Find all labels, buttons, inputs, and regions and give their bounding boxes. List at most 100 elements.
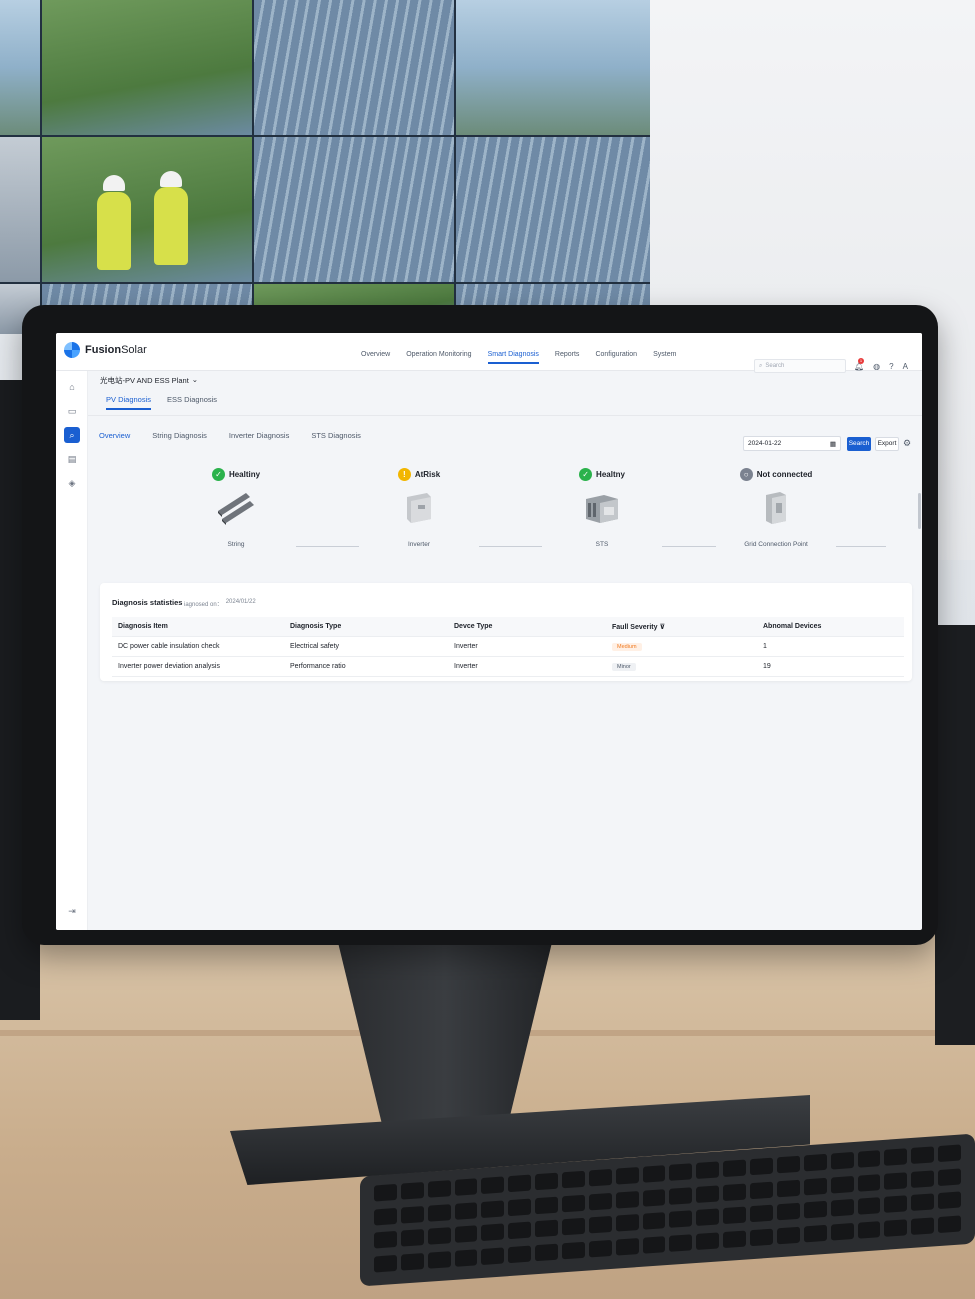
nav-smart-diagnosis[interactable]: Smart Diagnosis [487,351,540,364]
keyboard-key [884,1195,908,1213]
monitor-icon[interactable]: ▭ [64,403,80,419]
keyboard-key [562,1170,585,1189]
cell-type: Electrical safety [290,643,340,650]
node-status: ✓ Healtiny [176,468,296,481]
cell-abnormal[interactable]: 1 [763,643,767,650]
nav-system[interactable]: System [653,351,676,364]
check-icon: ✓ [211,468,225,481]
keyboard-key [481,1223,505,1242]
date-picker[interactable]: 2024-01-22 ▦ [743,436,841,451]
keyboard-key [374,1254,397,1273]
tab-pv-diagnosis[interactable]: PV Diagnosis [106,395,152,410]
keyboard-key [481,1176,505,1195]
collapse-icon[interactable]: ⇥ [64,903,80,919]
clipboard-icon[interactable]: ▤ [64,451,80,467]
table-row[interactable]: Inverter power deviation analysis Perfor… [112,657,904,677]
nav-overview[interactable]: Overview [361,351,390,364]
filter-icon[interactable]: ⊽ [659,624,665,631]
keyboard-key [750,1228,773,1246]
table-row[interactable]: DC power cable insulation check Electric… [112,637,904,657]
export-button[interactable]: Export [875,437,899,451]
severity-badge: Minor [612,663,636,671]
keyboard-key [642,1212,666,1230]
user-avatar[interactable]: A [903,362,908,371]
notification-bell-icon[interactable]: 🔔︎ 1 [854,358,864,371]
keyboard-key [696,1208,720,1226]
device-status-diagram: ✓ Healtiny String ! AtRisk Inverter ✓ He… [176,468,896,558]
keyboard-key [427,1227,451,1245]
tab-string-diagnosis[interactable]: String Diagnosis [152,431,207,440]
keyboard-key [723,1230,747,1248]
keyboard-key [669,1233,693,1252]
node-grid-connection-point[interactable]: ○ Not connected Grid Connection Point [716,468,836,548]
wall-tile-workers [42,137,252,282]
nav-reports[interactable]: Reports [555,351,580,364]
tab-overview[interactable]: Overview [99,431,130,440]
keyboard-key [374,1207,397,1226]
keyboard-key [588,1168,612,1187]
column-header[interactable]: Devce Type [454,623,492,630]
inverter-icon [407,493,431,523]
keyboard-key [669,1186,693,1205]
diagnosis-icon[interactable]: ⌕ [64,427,80,443]
keyboard-key [427,1203,451,1222]
keyboard-key [723,1183,747,1201]
header-actions: 🔔︎ 1 ◍ ? A [854,358,908,371]
home-icon[interactable]: ⌂ [64,379,80,395]
nav-operation-monitoring[interactable]: Operation Monitoring [406,351,471,364]
keyboard-key [884,1171,908,1190]
layers-icon[interactable]: ◈ [64,475,80,491]
keyboard-key [374,1183,397,1202]
keyboard-key [938,1214,961,1233]
node-sts[interactable]: ✓ Healtny STS [542,468,662,548]
column-header[interactable]: Diagnosis Type [290,623,341,630]
column-header-severity[interactable]: Faull Severity ⊽ [612,623,665,631]
brand-logo[interactable]: FusionSolar [64,342,147,358]
keyboard-key [696,1231,720,1250]
nav-configuration[interactable]: Configuration [595,351,637,364]
keyboard-key [857,1220,881,1239]
gear-icon[interactable]: ⚙ [903,438,911,449]
tab-sts-diagnosis[interactable]: STS Diagnosis [311,431,361,440]
keyboard-key [374,1230,397,1249]
cell-severity: Medium [612,643,642,651]
keyboard-key [588,1192,612,1210]
keyboard-key [562,1241,585,1259]
plant-selector[interactable]: 光电站-PV AND ESS Plant ⌄ [100,375,198,386]
severity-badge: Medium [612,643,642,651]
help-icon[interactable]: ? [889,362,893,371]
cell-severity: Minor [612,663,636,671]
globe-icon[interactable]: ◍ [873,362,880,371]
chevron-down-icon: ⌄ [191,375,199,384]
search-button[interactable]: Search [847,437,871,451]
tab-ess-diagnosis[interactable]: ESS Diagnosis [167,395,217,410]
column-header[interactable]: Diagnosis Item [118,623,168,630]
wall-tile [254,137,454,282]
keyboard-key [454,1178,478,1196]
keyboard-key [776,1202,800,1221]
cell-type: Performance ratio [290,663,346,670]
wall-tile [0,137,40,282]
tab-inverter-diagnosis[interactable]: Inverter Diagnosis [229,431,289,440]
column-header[interactable]: Abnomal Devices [763,623,821,630]
keyboard-key [884,1218,908,1237]
worker [97,192,131,270]
node-inverter[interactable]: ! AtRisk Inverter [359,468,479,548]
keyboard-key [750,1181,773,1199]
keyboard-key [776,1226,800,1244]
keyboard-key [857,1197,881,1215]
scrollbar[interactable] [918,493,921,529]
calendar-icon: ▦ [829,441,836,448]
keyboard-key [615,1190,639,1209]
keyboard-key [830,1175,854,1194]
diagnosis-subtabs: PV Diagnosis ESS Diagnosis [106,395,217,410]
search-input[interactable]: ⌕ Search [754,359,846,373]
keyboard-key [427,1250,451,1269]
keyboard-key [562,1217,585,1236]
keyboard-key [911,1146,935,1164]
keyboard-key [938,1191,961,1210]
cell-abnormal[interactable]: 19 [763,663,771,670]
keyboard-key [857,1173,881,1192]
node-string[interactable]: ✓ Healtiny String [176,468,296,548]
keyboard-key [508,1198,532,1216]
